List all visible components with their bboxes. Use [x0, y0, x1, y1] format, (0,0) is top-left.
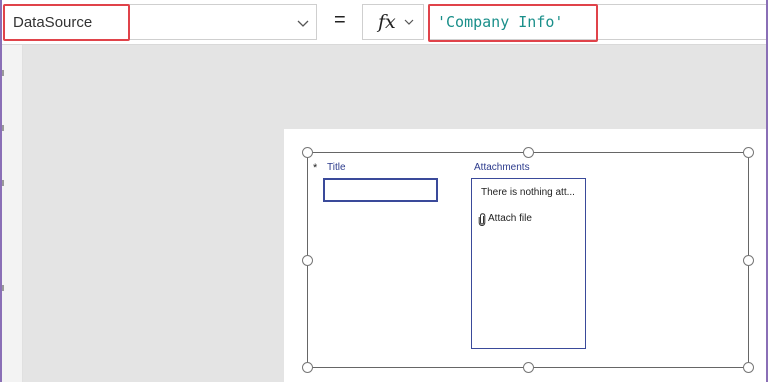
paperclip-icon: [478, 213, 486, 226]
rail-marker: [2, 285, 4, 291]
resize-handle-top-right[interactable]: [743, 147, 754, 158]
resize-handle-left[interactable]: [302, 255, 313, 266]
resize-handle-bottom[interactable]: [523, 362, 534, 373]
property-highlight-box: [3, 4, 130, 41]
rail-marker: [2, 125, 4, 131]
fx-icon: fx: [378, 11, 396, 33]
attachments-field-label: Attachments: [474, 162, 530, 173]
title-input[interactable]: [323, 178, 438, 202]
fx-button[interactable]: fx: [362, 4, 424, 40]
equals-sign: =: [334, 9, 346, 31]
resize-handle-bottom-right[interactable]: [743, 362, 754, 373]
resize-handle-top-left[interactable]: [302, 147, 313, 158]
resize-handle-bottom-left[interactable]: [302, 362, 313, 373]
title-field-label: Title: [327, 162, 346, 173]
formula-highlight-box: [428, 4, 598, 42]
rail-marker: [2, 180, 4, 186]
attach-file-label: Attach file: [488, 213, 532, 224]
chevron-down-icon: [297, 20, 309, 27]
resize-handle-right[interactable]: [743, 255, 754, 266]
attachments-empty-text: There is nothing att...: [481, 187, 575, 198]
required-marker: *: [313, 162, 318, 174]
resize-handle-top[interactable]: [523, 147, 534, 158]
chevron-down-icon: [404, 19, 414, 25]
left-rail: [2, 45, 23, 382]
rail-marker: [2, 70, 4, 76]
attachments-control[interactable]: [471, 178, 586, 349]
